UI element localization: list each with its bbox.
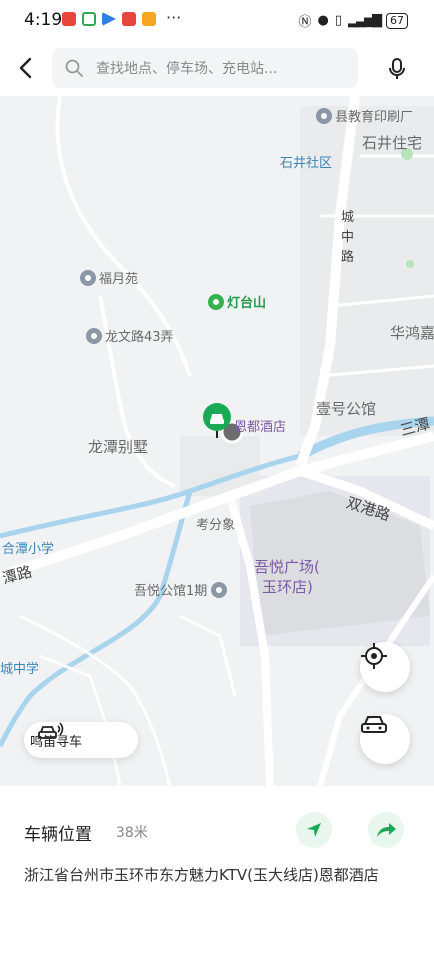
label-shijing-community: 石井社区 bbox=[280, 156, 333, 171]
label-cheng-middle: 城中学 bbox=[0, 662, 40, 677]
back-button[interactable] bbox=[12, 54, 40, 82]
battery-icon: 67 bbox=[386, 12, 408, 29]
poi-edu-print[interactable]: 县教育印刷厂 bbox=[316, 106, 413, 125]
voice-search-button[interactable] bbox=[382, 54, 412, 84]
status-bar: 4:19 ··· Ⓝ ● ▯ ▂▃▅▇ 67 bbox=[0, 0, 434, 42]
car-marker-icon bbox=[203, 403, 231, 438]
crosshair-icon bbox=[361, 643, 387, 669]
label-wuyue-plaza-1: 吾悦广场( bbox=[254, 558, 320, 576]
poi-fuyue-yuan[interactable]: 福月苑 bbox=[80, 268, 138, 287]
status-more-icon: ··· bbox=[166, 8, 182, 27]
label-longtan-villa: 龙潭别墅 bbox=[88, 438, 149, 456]
map-view[interactable]: 县教育印刷厂 石井住宅 石井社区 城中路 福月苑 灯台山 龙文路43弄 华鸿嘉 … bbox=[0, 96, 434, 786]
status-right-icons: Ⓝ ● ▯ ▂▃▅▇ 67 bbox=[298, 11, 408, 30]
car-horn-icon bbox=[38, 722, 64, 739]
poi-pin-icon bbox=[80, 270, 96, 286]
poi-pin-icon bbox=[86, 328, 102, 344]
status-time: 4:19 bbox=[24, 10, 63, 30]
nfc-icon: Ⓝ bbox=[298, 15, 312, 30]
label-hetan-school: 合潭小学 bbox=[2, 542, 55, 557]
route-button[interactable] bbox=[368, 812, 404, 848]
label-endu-hotel: 恩都酒店 bbox=[234, 420, 287, 435]
label-kaofen-xiang: 考分象 bbox=[196, 518, 236, 533]
notification-app-icon-blue bbox=[102, 12, 116, 26]
panel-title: 车辆位置 bbox=[24, 825, 92, 845]
search-input[interactable] bbox=[94, 48, 348, 90]
search-header bbox=[0, 42, 434, 96]
poi-longwen-road[interactable]: 龙文路43弄 bbox=[86, 326, 174, 345]
car-icon bbox=[361, 716, 387, 733]
mountain-pin-icon bbox=[208, 294, 224, 310]
navigate-button[interactable] bbox=[296, 812, 332, 848]
poi-pin-icon bbox=[316, 108, 332, 124]
status-app-icons bbox=[62, 12, 156, 26]
navigation-arrow-icon bbox=[307, 823, 321, 837]
forward-arrow-icon bbox=[377, 823, 396, 837]
vehicle-location-marker[interactable] bbox=[202, 402, 232, 440]
poi-shijing-zhai: 石井住宅 bbox=[362, 134, 423, 152]
search-icon bbox=[65, 59, 83, 77]
label-huahong: 华鸿嘉 bbox=[390, 324, 434, 342]
back-arrow-icon bbox=[19, 57, 32, 79]
notification-app-icon-orange bbox=[142, 12, 156, 26]
distance-text: 38米 bbox=[116, 825, 148, 841]
notification-app-icon-orange-red bbox=[122, 12, 136, 26]
horn-find-car-button[interactable]: 鸣笛寻车 bbox=[24, 722, 138, 758]
location-icon: ● bbox=[317, 13, 329, 28]
microphone-icon bbox=[389, 58, 405, 79]
vehicle-button[interactable] bbox=[360, 714, 410, 764]
label-yihao-guan: 壹号公馆 bbox=[316, 400, 377, 418]
label-chengzhong-road: 城中路 bbox=[341, 210, 355, 265]
signal-icon: ▂▃▅▇ bbox=[348, 13, 382, 28]
search-box[interactable] bbox=[52, 48, 358, 90]
locate-me-button[interactable] bbox=[360, 642, 410, 692]
notification-app-icon-red bbox=[62, 12, 76, 26]
notification-app-icon-green bbox=[82, 12, 96, 26]
poi-wuyue-gongguan[interactable]: 吾悦公馆1期 bbox=[134, 580, 230, 599]
vibrate-icon: ▯ bbox=[334, 13, 342, 28]
poi-pin-icon bbox=[211, 582, 228, 598]
poi-dengtai-shan[interactable]: 灯台山 bbox=[208, 292, 266, 311]
vehicle-address: 浙江省台州市玉环市东方魅力KTV(玉大线店)恩都酒店 bbox=[24, 866, 379, 884]
label-wuyue-plaza-2: 玉环店) bbox=[262, 578, 313, 596]
vehicle-info-panel: 车辆位置 38米 浙江省台州市玉环市东方魅力KTV(玉大线店)恩都酒店 bbox=[0, 786, 434, 960]
